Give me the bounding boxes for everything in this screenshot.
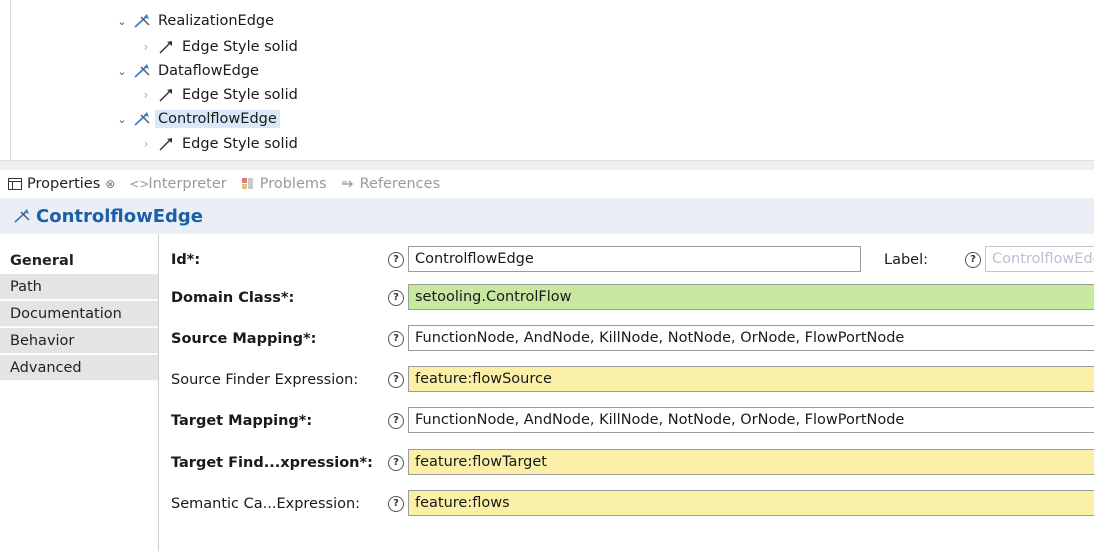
form-row-target-mapping: Target Mapping*: ? FunctionNode, AndNode…: [158, 404, 1094, 438]
tab-label: Interpreter: [148, 176, 227, 192]
tree-item-edge-style[interactable]: › Edge Style solid: [139, 36, 301, 58]
id-field[interactable]: ControlflowEdge: [408, 246, 861, 272]
source-mapping-field[interactable]: FunctionNode, AndNode, KillNode, NotNode…: [408, 325, 1094, 351]
tree-item-dataflow-edge[interactable]: ⌄ DataflowEdge: [115, 60, 262, 82]
source-finder-label: Source Finder Expression:: [171, 372, 359, 388]
chevron-right-icon[interactable]: ›: [139, 88, 153, 102]
tree-border: [10, 0, 11, 160]
nav-item-general[interactable]: General: [0, 248, 158, 274]
page-title: ControlflowEdge: [36, 205, 204, 227]
help-icon[interactable]: ?: [965, 252, 981, 268]
target-finder-field[interactable]: feature:flowTarget: [408, 449, 1094, 475]
problems-icon: [241, 178, 255, 190]
nav-item-behavior[interactable]: Behavior: [0, 328, 158, 354]
edge-mapping-icon: [12, 208, 34, 224]
edge-mapping-icon: [132, 13, 152, 29]
references-arrow-icon: [341, 178, 355, 190]
tree-item-label: RealizationEdge: [158, 13, 275, 29]
edge-style-icon: [156, 87, 176, 103]
tree-item-label: ControlflowEdge: [155, 110, 280, 128]
form-row-target-finder: Target Find...xpression*: ? feature:flow…: [158, 446, 1094, 480]
tree-item-realization-edge[interactable]: ⌄ RealizationEdge: [115, 10, 277, 32]
chevron-down-icon[interactable]: ⌄: [115, 65, 129, 78]
nav-spacer: [0, 234, 158, 244]
tab-properties[interactable]: Properties ⊗: [0, 170, 121, 198]
help-icon[interactable]: ?: [388, 331, 404, 347]
form-row-semantic-candidates: Semantic Ca...Expression: ? feature:flow…: [158, 487, 1094, 521]
target-finder-label: Target Find...xpression*:: [171, 455, 373, 471]
label-field-label: Label:: [884, 252, 929, 268]
form-row-source-finder: Source Finder Expression: ? feature:flow…: [158, 363, 1094, 397]
chevron-right-icon[interactable]: ›: [139, 137, 153, 151]
interpreter-icon: <>: [129, 177, 150, 191]
tree-item-controlflow-edge[interactable]: ⌄ ControlflowEdge: [115, 108, 280, 130]
tab-interpreter[interactable]: <> Interpreter: [121, 170, 232, 198]
tree-item-label: Edge Style solid: [182, 136, 298, 152]
nav-item-documentation[interactable]: Documentation: [0, 301, 158, 327]
semantic-candidates-label: Semantic Ca...Expression:: [171, 496, 361, 512]
tab-label: Problems: [259, 176, 327, 192]
tab-label: Properties: [27, 176, 101, 192]
tree-item-edge-style[interactable]: › Edge Style solid: [139, 84, 301, 106]
chevron-down-icon[interactable]: ⌄: [115, 113, 129, 126]
domain-class-label: Domain Class*:: [171, 290, 295, 306]
nav-item-advanced[interactable]: Advanced: [0, 355, 158, 381]
semantic-candidates-field[interactable]: feature:flows: [408, 490, 1094, 516]
tab-references[interactable]: References: [333, 170, 447, 198]
tree-item-label: Edge Style solid: [182, 39, 298, 55]
chevron-right-icon[interactable]: ›: [139, 40, 153, 54]
view-tab-bar: Properties ⊗ <> Interpreter Problems Ref…: [0, 170, 1094, 198]
source-finder-field[interactable]: feature:flowSource: [408, 366, 1094, 392]
target-mapping-field[interactable]: FunctionNode, AndNode, KillNode, NotNode…: [408, 407, 1094, 433]
domain-class-field[interactable]: setooling.ControlFlow: [408, 284, 1094, 310]
source-mapping-label: Source Mapping*:: [171, 331, 317, 347]
help-icon[interactable]: ?: [388, 252, 404, 268]
tree-item-edge-style[interactable]: › Edge Style solid: [139, 133, 301, 155]
tree-item-label: Edge Style solid: [182, 87, 298, 103]
tab-label: References: [359, 176, 441, 192]
edge-style-icon: [156, 136, 176, 152]
help-icon[interactable]: ?: [388, 413, 404, 429]
form-row-id: Id*: ? ControlflowEdge Label: ? Controlf…: [158, 243, 1094, 277]
edge-style-icon: [156, 39, 176, 55]
edge-tree: ⌄ RealizationEdge › Edge Style solid ⌄ D…: [0, 0, 1094, 160]
properties-section-nav: General Path Documentation Behavior Adva…: [0, 234, 159, 551]
chevron-down-icon[interactable]: ⌄: [115, 15, 129, 28]
id-label: Id*:: [171, 252, 201, 268]
help-icon[interactable]: ?: [388, 372, 404, 388]
properties-icon: [8, 178, 22, 190]
help-icon[interactable]: ?: [388, 455, 404, 471]
target-mapping-label: Target Mapping*:: [171, 413, 313, 429]
tab-problems[interactable]: Problems: [233, 170, 333, 198]
form-row-source-mapping: Source Mapping*: ? FunctionNode, AndNode…: [158, 322, 1094, 356]
help-icon[interactable]: ?: [388, 496, 404, 512]
nav-item-path[interactable]: Path: [0, 274, 158, 300]
properties-header: ControlflowEdge: [0, 198, 1094, 234]
edge-mapping-icon: [132, 111, 152, 127]
help-icon[interactable]: ?: [388, 290, 404, 306]
edge-mapping-icon: [132, 63, 152, 79]
form-row-domain-class: Domain Class*: ? setooling.ControlFlow: [158, 281, 1094, 315]
label-field[interactable]: ControlflowEdge: [985, 246, 1094, 272]
tree-item-label: DataflowEdge: [158, 63, 259, 79]
close-icon[interactable]: ⊗: [105, 177, 115, 191]
